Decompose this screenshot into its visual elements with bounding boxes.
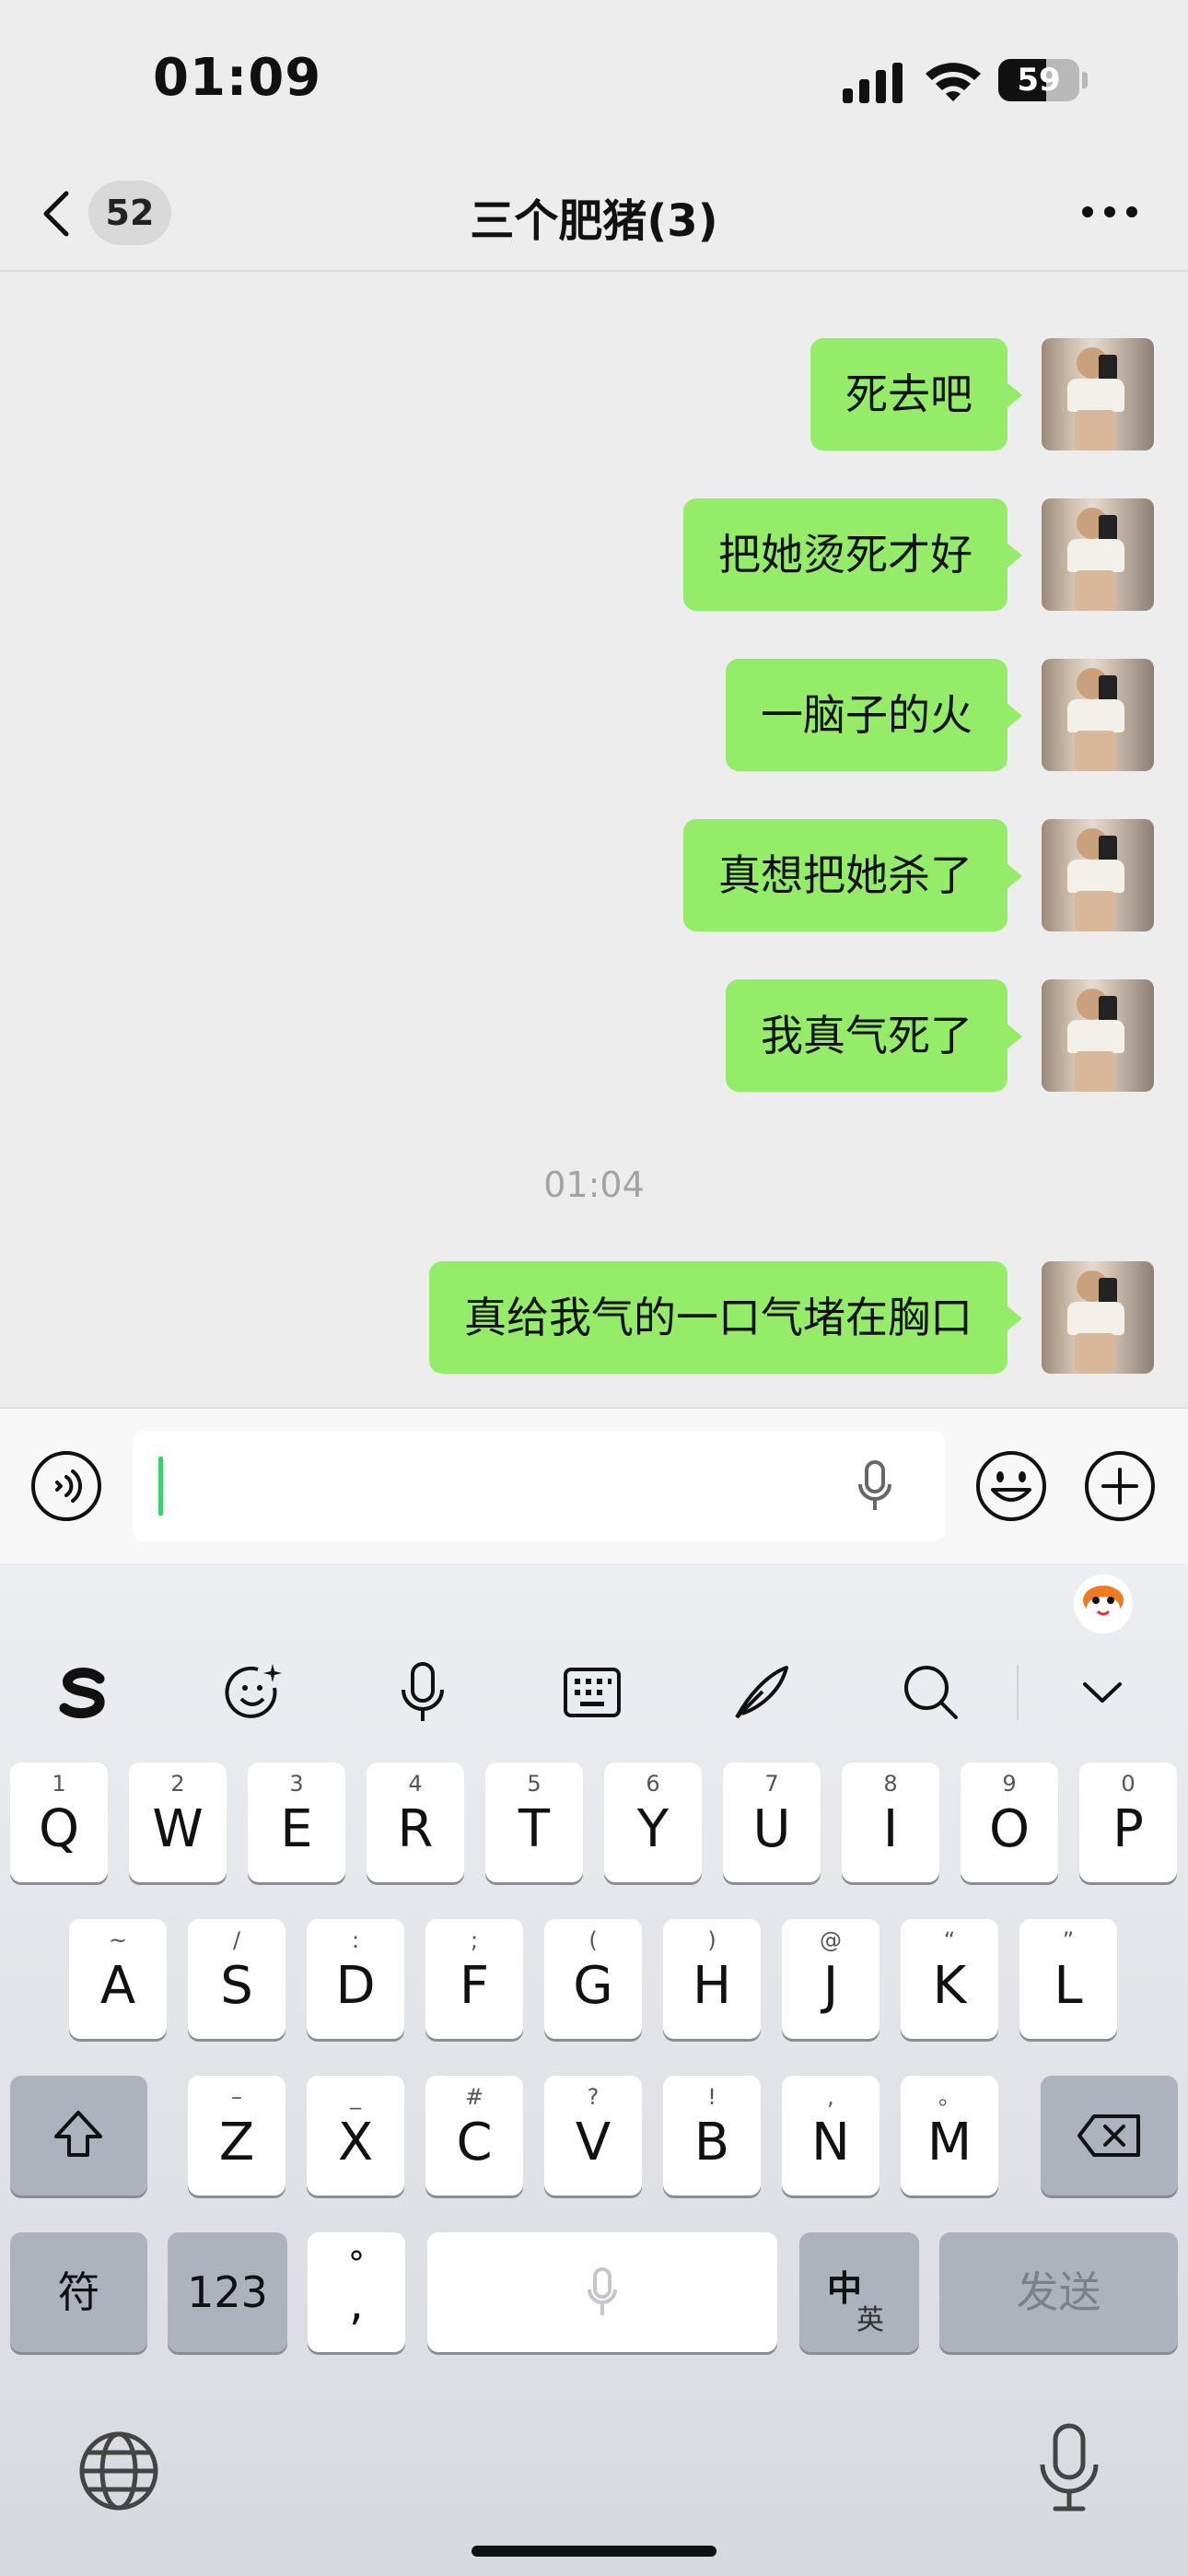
handwriting-pen-icon[interactable] [711, 1637, 812, 1748]
message-bubble[interactable]: 死去吧 [810, 338, 1007, 451]
message-input[interactable] [133, 1431, 945, 1541]
key-b[interactable]: ! B [663, 2076, 761, 2195]
key-k[interactable]: “K [901, 1919, 998, 2039]
microphone-icon[interactable] [856, 1458, 893, 1514]
key-e[interactable]: 3E [248, 1762, 345, 1882]
sogou-logo-icon[interactable] [33, 1637, 134, 1748]
numbers-key[interactable]: 123 [168, 2232, 287, 2352]
key-d[interactable]: :D [307, 1919, 404, 2039]
plus-icon[interactable] [1083, 1449, 1157, 1523]
language-switch-key[interactable]: 中英 [799, 2232, 919, 2352]
key-y[interactable]: 6Y [604, 1762, 702, 1882]
key-g[interactable]: (G [544, 1919, 642, 2039]
key-m[interactable]: 。 M [901, 2076, 998, 2195]
key-c[interactable]: # C [425, 2076, 523, 2195]
backspace-key[interactable] [1041, 2076, 1178, 2195]
message-row: 把她烫死才好 [0, 498, 1188, 611]
keyboard-toolbar [0, 1637, 1188, 1748]
symbols-key[interactable]: 符 [10, 2232, 147, 2352]
key-i[interactable]: 8I [842, 1762, 939, 1882]
smiley-icon[interactable] [974, 1449, 1048, 1523]
message-row: 真想把她杀了 [0, 819, 1188, 931]
battery-percent: 59 [1017, 62, 1061, 99]
message-bubble[interactable]: 真想把她杀了 [683, 819, 1007, 931]
key-p[interactable]: 0P [1079, 1762, 1177, 1882]
more-icon[interactable] [1077, 193, 1142, 230]
avatar[interactable] [1042, 979, 1154, 1092]
input-bar [0, 1407, 1188, 1563]
backspace-icon [1077, 2114, 1140, 2157]
keyboard-icon[interactable] [542, 1637, 643, 1748]
key-a[interactable]: ~ A [69, 1919, 167, 2039]
key-w[interactable]: 2W [129, 1762, 227, 1882]
message-row: 死去吧 [0, 338, 1188, 451]
microphone-icon[interactable] [1037, 2422, 1101, 2514]
voice-icon[interactable] [29, 1449, 103, 1523]
message-bubble[interactable]: 真给我气的一口气堵在胸口 [429, 1261, 1007, 1374]
avatar[interactable] [1042, 819, 1154, 931]
avatar[interactable] [1042, 1261, 1154, 1374]
key-t[interactable]: 5T [485, 1762, 583, 1882]
key-f[interactable]: ; F [425, 1919, 523, 2039]
key-o[interactable]: 9O [961, 1762, 1058, 1882]
message-row: 一脑子的火 [0, 659, 1188, 771]
shift-icon [54, 2111, 102, 2157]
text-cursor [158, 1457, 163, 1516]
send-key[interactable]: 发送 [939, 2232, 1178, 2352]
message-bubble[interactable]: 一脑子的火 [726, 659, 1007, 771]
key-j[interactable]: @ J [782, 1919, 879, 2039]
emoji-sparkle-icon[interactable] [203, 1637, 304, 1748]
wifi-icon [926, 63, 981, 101]
status-time: 01:09 [153, 48, 322, 108]
microphone-icon[interactable] [372, 1637, 473, 1748]
key-s[interactable]: / S [188, 1919, 285, 2039]
key-n[interactable]: ,N [782, 2076, 879, 2195]
chat-title: 三个肥猪(3) [470, 195, 718, 247]
avatar[interactable] [1042, 498, 1154, 611]
key-l[interactable]: ” L [1019, 1919, 1117, 2039]
message-bubble[interactable]: 把她烫死才好 [683, 498, 1007, 611]
key-h[interactable]: ) H [663, 1919, 761, 2039]
status-bar: 01:09 59 [0, 0, 1188, 157]
search-icon[interactable] [880, 1637, 982, 1748]
toolbar-divider [1017, 1665, 1019, 1720]
message-row: 真给我气的一口气堵在胸口 [0, 1261, 1188, 1374]
key-q[interactable]: 1Q [10, 1762, 108, 1882]
microphone-icon [588, 2267, 617, 2315]
battery-icon: 59 [998, 59, 1088, 101]
comma-key[interactable]: °, [308, 2232, 405, 2352]
message-timestamp: 01:04 [543, 1165, 645, 1205]
key-r[interactable]: 4R [367, 1762, 464, 1882]
message-bubble[interactable]: 我真气死了 [726, 979, 1007, 1092]
message-row: 我真气死了 [0, 979, 1188, 1092]
avatar[interactable] [1042, 659, 1154, 771]
shift-key[interactable] [10, 2076, 147, 2195]
key-x[interactable]: _ X [307, 2076, 404, 2195]
chevron-down-icon[interactable] [1052, 1637, 1153, 1748]
nav-bar: 52 三个肥猪(3) [0, 157, 1188, 272]
key-z[interactable]: – Z [188, 2076, 285, 2195]
message-list[interactable]: 死去吧 把她烫死才好 一脑子的火 真想把她杀了 我真气死了 01:04 真给我气… [0, 274, 1188, 1407]
space-key[interactable] [427, 2232, 777, 2352]
home-indicator [472, 2546, 716, 2557]
keyboard: 1Q 2W 3E 4R 5T 6Y 7U 8I 9O 0P ~ A / S :D ;… [0, 1563, 1188, 2576]
key-u[interactable]: 7U [723, 1762, 821, 1882]
globe-icon[interactable] [77, 2430, 160, 2512]
cellular-signal-icon [843, 63, 903, 103]
avatar[interactable] [1042, 338, 1154, 451]
ime-mascot-icon[interactable] [1072, 1573, 1135, 1635]
key-v[interactable]: ? V [544, 2076, 642, 2195]
